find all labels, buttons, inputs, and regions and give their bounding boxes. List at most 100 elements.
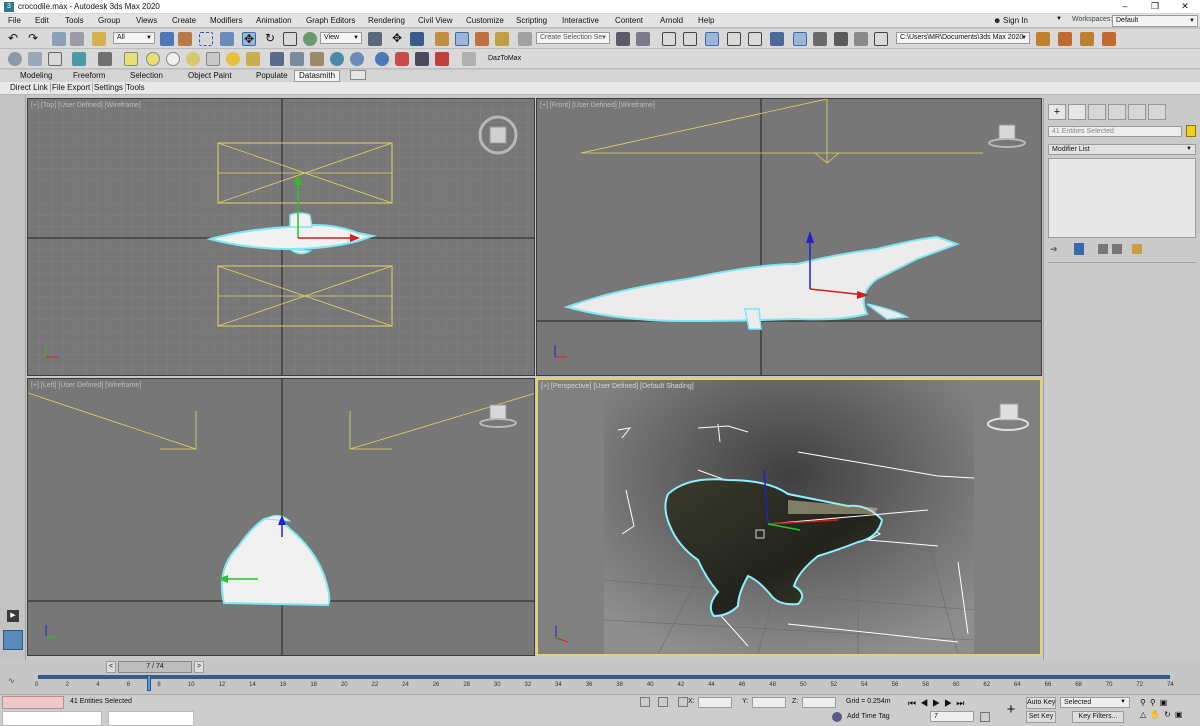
teapot-icon[interactable] (8, 52, 22, 66)
schematic-view-icon[interactable] (748, 32, 762, 46)
reference-coordinate-select[interactable]: View ▼ (320, 32, 362, 44)
window-crossing-icon[interactable] (220, 32, 234, 46)
subtab-settings[interactable]: Settings (92, 83, 126, 92)
box-icon[interactable] (124, 52, 138, 66)
prev-key-icon[interactable]: ◀ (920, 698, 932, 708)
menu-rendering[interactable]: Rendering (368, 16, 405, 25)
record-icon[interactable] (435, 52, 449, 66)
menu-animation[interactable]: Animation (256, 16, 292, 25)
torus-icon[interactable] (186, 52, 200, 66)
project-folder-select[interactable]: C:\Users\MR\Documents\3ds Max 2020 ▼ (896, 32, 1030, 44)
viewport-top-label[interactable]: [+] [Top] [User Defined] [Wireframe] (31, 102, 141, 109)
pin-stack-icon[interactable]: ➔ (1050, 244, 1060, 254)
next-key-icon[interactable]: ▶ (944, 698, 956, 708)
expand-arrow-icon[interactable]: ▶ (7, 610, 19, 622)
zoom-icon[interactable]: ⚲ (1140, 698, 1150, 707)
redo-icon[interactable]: ↷ (28, 32, 42, 46)
globe-icon[interactable] (72, 52, 86, 66)
workspace-select[interactable]: Default ▼ (1112, 15, 1198, 27)
minimize-icon[interactable]: – (1110, 0, 1140, 14)
modify-tab-icon[interactable] (1068, 104, 1086, 120)
close-icon[interactable]: ✕ (1170, 0, 1200, 14)
menu-file[interactable]: File (8, 16, 21, 25)
sphere-icon[interactable] (146, 52, 160, 66)
subtab-tools[interactable]: Tools (124, 83, 147, 92)
zoom-all-icon[interactable]: ⚲ (1150, 698, 1160, 707)
gear-icon[interactable] (350, 52, 364, 66)
subtab-file-export[interactable]: File Export (50, 83, 94, 92)
menu-arnold[interactable]: Arnold (660, 16, 683, 25)
display-tab-icon[interactable] (1128, 104, 1146, 120)
tab-datasmith[interactable]: Datasmith (294, 70, 341, 82)
y-coord-field[interactable] (752, 697, 786, 708)
spinner-snap-icon[interactable] (495, 32, 509, 46)
viewport-top[interactable]: [+] [Top] [User Defined] [Wireframe] (27, 98, 535, 376)
material-sphere-icon[interactable] (375, 52, 389, 66)
open-project-icon[interactable] (1080, 32, 1094, 46)
configure-modifier-sets-icon[interactable] (1132, 244, 1142, 254)
menu-group[interactable]: Group (98, 16, 120, 25)
place-icon[interactable] (303, 32, 317, 46)
geosphere-icon[interactable] (166, 52, 180, 66)
viewport-perspective-label[interactable]: [+] [Perspective] [User Defined] [Defaul… (541, 383, 694, 390)
save-project-icon[interactable] (1058, 32, 1072, 46)
selection-lock-icon[interactable] (658, 697, 668, 707)
layer-explorer-icon[interactable] (683, 32, 697, 46)
unlink-icon[interactable] (70, 32, 84, 46)
maxscript-listener-mini[interactable] (2, 696, 64, 709)
link-icon[interactable] (52, 32, 66, 46)
curve-editor-icon[interactable] (727, 32, 741, 46)
menu-content[interactable]: Content (615, 16, 643, 25)
scene-explorer-icon[interactable] (662, 32, 676, 46)
prompt-line-right[interactable] (108, 711, 194, 726)
maximize-viewport-icon[interactable]: ▣ (1175, 710, 1187, 719)
sphere-blue-icon[interactable] (330, 52, 344, 66)
viewport-icon[interactable] (48, 52, 62, 66)
modifier-list-select[interactable]: Modifier List ▼ (1048, 144, 1196, 155)
tab-selection[interactable]: Selection (130, 71, 163, 80)
time-slider[interactable]: < 7 / 74 > (0, 660, 1200, 674)
menu-scripting[interactable]: Scripting (516, 16, 547, 25)
go-to-start-icon[interactable]: ⏮ (908, 698, 920, 708)
prev-frame-icon[interactable]: < (106, 661, 116, 673)
tab-freeform[interactable]: Freeform (73, 71, 105, 80)
next-frame-icon[interactable]: > (194, 661, 204, 673)
crocodile-wireframe-front[interactable] (563, 235, 960, 330)
toggle-ribbon-icon[interactable] (705, 32, 719, 46)
z-coord-field[interactable] (802, 697, 836, 708)
go-to-end-icon[interactable]: ⏭ (956, 698, 968, 708)
key-mode-select[interactable]: Selected ▼ (1060, 697, 1130, 708)
viewcube-front[interactable] (988, 124, 1026, 148)
move-icon[interactable]: ✥ (242, 32, 256, 46)
track-bar[interactable]: ∿ 0 2 4 6 8 10 12 14 16 18 20 22 24 26 28 30 32 34 36 38 40 4… (0, 674, 1200, 694)
sign-in-button[interactable]: Sign In (1003, 16, 1028, 25)
auto-key-button[interactable]: Auto Key (1026, 697, 1056, 709)
camera-icon[interactable] (246, 52, 260, 66)
prompt-line-left[interactable] (2, 711, 102, 726)
undo-icon[interactable]: ↶ (8, 32, 22, 46)
cloud-icon[interactable] (28, 52, 42, 66)
field-of-view-icon[interactable]: △ (1140, 710, 1150, 719)
edit-named-selection-icon[interactable] (518, 32, 532, 46)
cone-icon[interactable] (206, 52, 220, 66)
project-folder-icon[interactable] (1036, 32, 1050, 46)
subtab-direct-link[interactable]: Direct Link (8, 83, 51, 92)
menu-modifiers[interactable]: Modifiers (210, 16, 242, 25)
hierarchy-tab-icon[interactable] (1088, 104, 1106, 120)
show-end-result-icon[interactable] (1074, 243, 1084, 255)
rendered-frame-window-icon[interactable] (813, 32, 827, 46)
viewport-front[interactable]: [+] [Front] [User Defined] [Wireframe] (536, 98, 1042, 376)
keyboard-shortcut-toggle-icon[interactable] (410, 32, 424, 46)
render-shortcuts-icon[interactable] (874, 32, 888, 46)
tab-object-paint[interactable]: Object Paint (188, 71, 232, 80)
tab-populate[interactable]: Populate (256, 71, 288, 80)
render-in-cloud-icon[interactable] (854, 32, 868, 46)
systems-icon[interactable] (310, 52, 324, 66)
viewport-left-label[interactable]: [+] [Left] [User Defined] [Wireframe] (31, 382, 141, 389)
angle-snap-icon[interactable] (455, 32, 469, 46)
daz-to-max-label[interactable]: DazToMax (488, 55, 521, 62)
ribbon-options-icon[interactable] (350, 70, 366, 80)
menu-civil-view[interactable]: Civil View (418, 16, 453, 25)
trash-icon[interactable] (1112, 244, 1122, 254)
make-unique-icon[interactable] (1098, 244, 1108, 254)
